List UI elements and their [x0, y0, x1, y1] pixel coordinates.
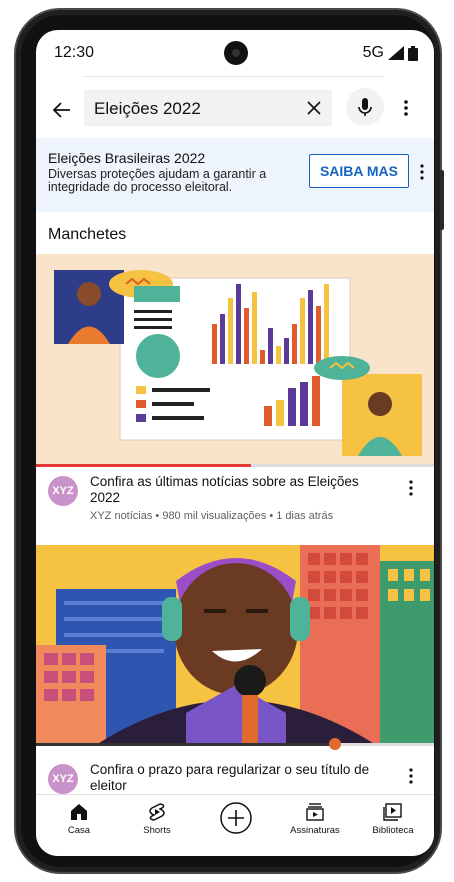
subscriptions-icon [306, 803, 324, 821]
watch-progress-bar-1 [36, 464, 434, 467]
status-icons: 5G [363, 44, 418, 62]
shorts-icon [149, 803, 165, 821]
search-bar: Eleições 2022 [36, 86, 434, 134]
video-title[interactable]: Confira o prazo para regularizar o seu t… [90, 762, 390, 794]
watch-progress-bar-2[interactable] [36, 738, 434, 750]
channel-avatar[interactable]: XYZ [48, 764, 78, 794]
channel-avatar[interactable]: XYZ [48, 476, 78, 506]
nav-home[interactable]: Casa [44, 801, 114, 836]
thumbnail-illustration-2 [36, 545, 434, 745]
add-icon [220, 802, 252, 834]
nav-label: Casa [67, 825, 91, 836]
video-more-icon[interactable] [406, 478, 416, 498]
nav-library[interactable]: Biblioteca [358, 801, 428, 836]
status-bar: 12:30 5G [36, 30, 434, 76]
battery-icon [408, 45, 418, 61]
nav-create[interactable] [201, 801, 271, 837]
signal-icon [388, 46, 404, 60]
voice-search-button[interactable] [346, 88, 384, 126]
bottom-navigation: Casa Shorts Assinaturas Biblioteca [36, 794, 434, 856]
nav-subscriptions[interactable]: Assinaturas [280, 801, 350, 836]
nav-shorts[interactable]: Shorts [122, 801, 192, 836]
video-meta: XYZ notícias • 980 mil visualizações • 1… [90, 510, 334, 522]
status-time: 12:30 [54, 44, 95, 61]
search-query: Eleições 2022 [94, 99, 201, 118]
more-vert-icon[interactable] [396, 98, 416, 118]
search-input[interactable]: Eleições 2022 [84, 90, 332, 126]
video-thumbnail-2[interactable] [36, 545, 434, 745]
top-divider [84, 76, 384, 77]
video-title[interactable]: Confira as últimas notícias sobre as Ele… [90, 474, 390, 506]
side-button [440, 170, 444, 230]
network-label: 5G [362, 44, 384, 61]
phone-screen: 12:30 5G Eleições 2022 Eleições Brasilei… [36, 30, 434, 856]
mic-icon [358, 98, 372, 116]
progress-fill [36, 464, 251, 467]
scrubber-handle[interactable] [328, 738, 341, 750]
video-item-1[interactable]: XYZ Confira as últimas notícias sobre as… [36, 470, 434, 540]
nav-label: Assinaturas [290, 825, 340, 836]
video-more-icon[interactable] [406, 766, 416, 786]
thumbnail-illustration [54, 270, 422, 456]
home-icon [71, 804, 87, 820]
banner-subtitle: Diversas proteções ajudam a garantir a i… [48, 167, 267, 194]
nav-label: Biblioteca [372, 825, 414, 836]
clear-icon[interactable] [306, 100, 322, 116]
front-camera [224, 41, 248, 65]
learn-more-button[interactable]: SAIBA MAS [309, 154, 409, 188]
banner-more-icon[interactable] [416, 162, 428, 182]
nav-label: Shorts [143, 825, 171, 836]
progress-fill [36, 743, 335, 746]
section-title: Manchetes [48, 226, 127, 243]
library-icon [383, 803, 402, 821]
back-arrow-icon[interactable] [50, 98, 74, 122]
info-banner: Eleições Brasileiras 2022 Diversas prote… [36, 138, 434, 212]
banner-title: Eleições Brasileiras 2022 [48, 150, 206, 166]
video-thumbnail-1[interactable] [36, 254, 434, 464]
